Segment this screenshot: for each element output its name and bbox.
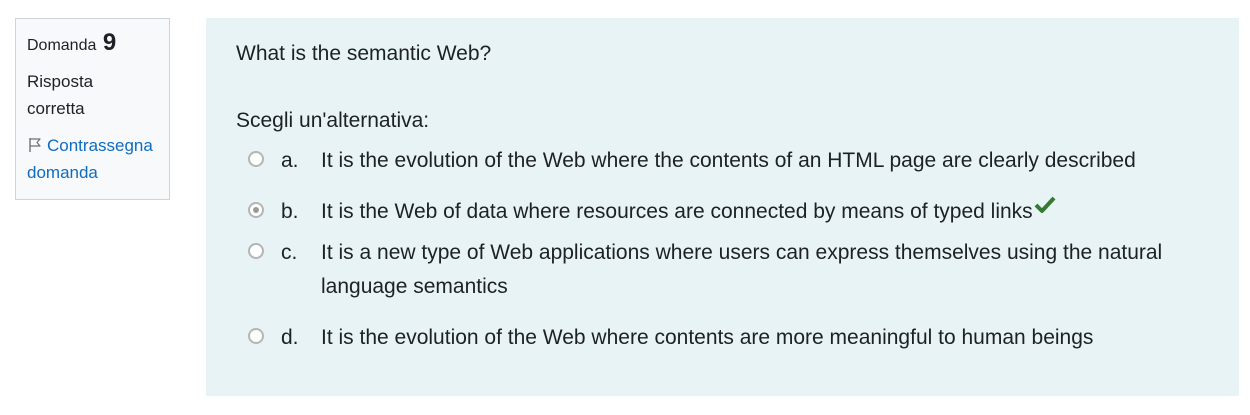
answer-letter-b: b.	[281, 200, 299, 223]
radio-button-c[interactable]	[248, 243, 264, 259]
question-number: 9	[102, 29, 117, 56]
radio-button-a[interactable]	[248, 151, 264, 167]
answer-letter-a: a.	[281, 149, 299, 172]
answer-text-a: It is the evolution of the Web where the…	[321, 149, 1136, 172]
answer-letter-c: c.	[281, 241, 298, 264]
answer-text-c: It is a new type of Web applications whe…	[321, 241, 1163, 298]
radio-button-d[interactable]	[248, 328, 264, 344]
question-number-line: Domanda 9	[27, 31, 158, 58]
question-content: What is the semantic Web? Scegli un'alte…	[206, 18, 1239, 396]
radio-button-b[interactable]	[248, 202, 264, 218]
question-label: Domanda	[27, 37, 97, 54]
flag-question-link[interactable]: Contrassegna domanda	[27, 132, 158, 186]
answer-prompt: Scegli un'alternativa:	[236, 109, 430, 132]
question-state: Risposta corretta	[27, 72, 94, 118]
answer-letter-d: d.	[281, 326, 299, 349]
answer-text-d: It is the evolution of the Web where con…	[321, 326, 1094, 349]
answer-text-b-wrapper: It is the Web of data where resources ar…	[321, 195, 1221, 229]
answer-text-b: It is the Web of data where resources ar…	[321, 200, 1033, 223]
check-icon	[1034, 196, 1056, 213]
question-info-panel: Domanda 9 Risposta corretta Contrassegna…	[15, 18, 170, 200]
question-text: What is the semantic Web?	[236, 42, 492, 65]
flag-question-label: Contrassegna domanda	[27, 136, 153, 182]
flag-icon	[29, 138, 41, 152]
